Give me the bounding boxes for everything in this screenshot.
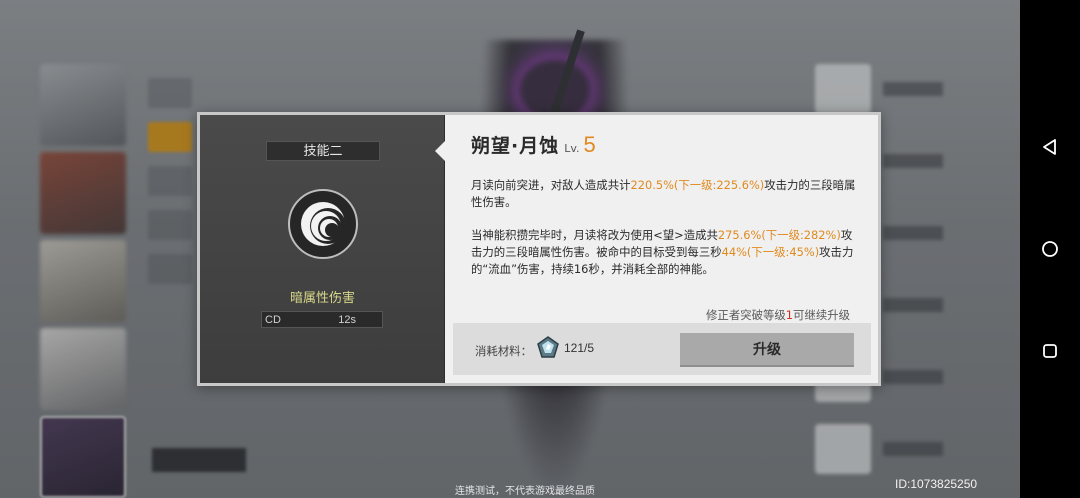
cooldown-label: CD <box>265 313 281 326</box>
panel-pointer <box>435 141 445 161</box>
material-count: 121/5 <box>564 341 595 355</box>
description-paragraph: 当神能积攒完毕时，月读将改为使用<望>造成共275.6%(下一级:282%)攻击… <box>471 228 854 276</box>
damage-type-label: 暗属性伤害 <box>289 291 355 306</box>
system-navigation-bar <box>1020 0 1080 498</box>
back-icon[interactable] <box>1030 127 1070 167</box>
crystal-material-icon[interactable] <box>536 336 560 360</box>
skill-title: 朔望·月蚀 Lv. 5 <box>471 131 596 158</box>
skill-description: 月读向前突进，对敌人造成共计220.5%(下一级:225.6%)攻击力的三段暗属… <box>471 177 857 278</box>
upgrade-button[interactable]: 升级 <box>680 333 854 367</box>
level-value: 5 <box>583 132 596 157</box>
test-disclaimer: 连携测试，不代表游戏最终品质 <box>455 486 595 497</box>
skill-slot-label: 技能二 <box>266 141 380 161</box>
user-id: ID:1073825250 <box>895 477 978 491</box>
crescent-moon-icon <box>288 189 358 259</box>
skill-summary-panel: 技能二 暗属性伤害 CD 12s <box>200 115 445 383</box>
description-paragraph: 月读向前突进，对敌人造成共计220.5%(下一级:225.6%)攻击力的三段暗属… <box>471 178 856 209</box>
highlight-value: 220.5%(下一级:225.6%) <box>630 178 765 192</box>
highlight-value: 44%(下一级:45%) <box>721 245 820 259</box>
highlight-value: 275.6%(下一级:282%) <box>717 228 841 242</box>
upgrade-requirement: 修正者突破等级1可继续升级 <box>706 308 850 322</box>
skill-detail-dialog: 技能二 暗属性伤害 CD 12s 朔望·月蚀 Lv. 5 月读向前突进，对敌人造… <box>197 112 881 386</box>
cooldown-bar: CD 12s <box>261 311 383 328</box>
skill-description-panel: 朔望·月蚀 Lv. 5 月读向前突进，对敌人造成共计220.5%(下一级:225… <box>445 115 878 383</box>
cooldown-value: 12s <box>338 313 356 326</box>
recents-icon[interactable] <box>1030 331 1070 371</box>
level-label: Lv. <box>564 142 580 155</box>
home-icon[interactable] <box>1030 229 1070 269</box>
cost-label: 消耗材料： <box>475 344 532 358</box>
required-level: 1 <box>785 308 794 322</box>
upgrade-cost-panel: 消耗材料： 121/5 升级 <box>453 323 871 375</box>
skill-name: 朔望·月蚀 <box>471 135 560 157</box>
